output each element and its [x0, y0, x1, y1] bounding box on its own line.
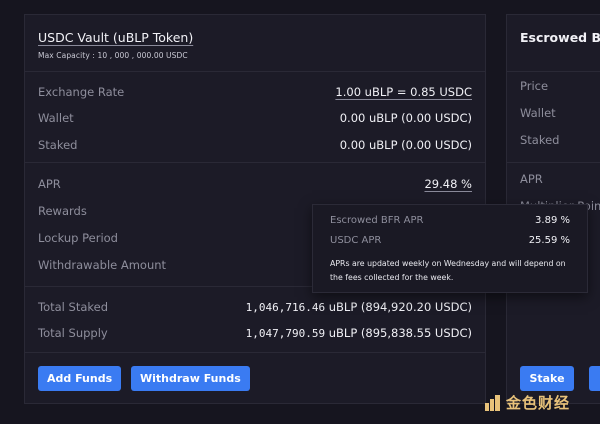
escrow-wallet-label: Wallet: [520, 106, 556, 120]
total-staked-number: 1,046,716.46: [245, 301, 326, 314]
vault-balances-section: Exchange Rate 1.00 uBLP = 0.85 USDC Wall…: [25, 72, 485, 163]
total-staked-label: Total Staked: [38, 300, 108, 314]
total-supply-number: 1,047,790.59: [245, 327, 326, 340]
total-supply-row: Total Supply 1,047,790.59 uBLP (895,838.…: [38, 325, 472, 341]
max-capacity: Max Capacity : 10 , 000 , 000.00 USDC: [38, 51, 188, 60]
staked-row: Staked 0.00 uBLP (0.00 USDC): [38, 137, 472, 153]
add-funds-button[interactable]: Add Funds: [38, 366, 122, 391]
escrow-header: Escrowed BFR: [507, 15, 600, 72]
tooltip-note: APRs are updated weekly on Wednesday and…: [330, 259, 566, 282]
total-supply-rest: uBLP (895,838.55 USDC): [325, 326, 472, 340]
watermark-logo-icon: [484, 394, 502, 412]
tooltip-escrowed-apr-value: 3.89 %: [535, 215, 570, 226]
escrow-balances-section: Price Wallet Staked: [507, 72, 600, 163]
apr-tooltip: Escrowed BFR APR 3.89 % USDC APR 25.59 %…: [312, 204, 588, 293]
apr-row: APR 29.48 %: [38, 176, 472, 192]
apr-label: APR: [38, 177, 61, 191]
exchange-rate-row: Exchange Rate 1.00 uBLP = 0.85 USDC: [38, 84, 472, 100]
total-staked-value: 1,046,716.46 uBLP (894,920.20 USDC): [246, 300, 472, 314]
stake-button[interactable]: Stake: [520, 366, 574, 391]
vault-title[interactable]: USDC Vault (uBLP Token): [38, 30, 472, 45]
tooltip-escrowed-apr-row: Escrowed BFR APR 3.89 %: [330, 215, 570, 226]
wallet-value: 0.00 uBLP (0.00 USDC): [339, 111, 472, 125]
apr-value[interactable]: 29.48 %: [424, 177, 472, 191]
escrow-staked-label: Staked: [520, 133, 560, 147]
wallet-row: Wallet 0.00 uBLP (0.00 USDC): [38, 110, 472, 126]
watermark: 金色财经: [484, 392, 570, 413]
total-supply-value: 1,047,790.59 uBLP (895,838.55 USDC): [246, 326, 472, 340]
tooltip-usdc-apr-row: USDC APR 25.59 %: [330, 235, 570, 246]
exchange-rate-value[interactable]: 1.00 uBLP = 0.85 USDC: [335, 85, 472, 99]
total-supply-label: Total Supply: [38, 326, 108, 340]
withdraw-funds-button[interactable]: Withdraw Funds: [131, 366, 250, 391]
total-staked-row: Total Staked 1,046,716.46 uBLP (894,920.…: [38, 299, 472, 315]
rewards-label: Rewards: [38, 204, 87, 218]
exchange-rate-label: Exchange Rate: [38, 85, 125, 99]
total-staked-rest: uBLP (894,920.20 USDC): [325, 300, 472, 314]
escrow-price-label: Price: [520, 79, 549, 93]
vault-header: USDC Vault (uBLP Token) Max Capacity : 1…: [25, 15, 485, 72]
watermark-text: 金色财经: [506, 394, 571, 412]
unstake-button-partial[interactable]: [589, 366, 600, 391]
staked-value: 0.00 uBLP (0.00 USDC): [339, 138, 472, 152]
escrow-title: Escrowed BFR: [520, 30, 600, 45]
staked-label: Staked: [38, 138, 78, 152]
tooltip-usdc-apr-value: 25.59 %: [528, 235, 570, 246]
withdrawable-amount-label: Withdrawable Amount: [38, 258, 167, 272]
escrow-apr-label: APR: [520, 172, 543, 186]
tooltip-escrowed-apr-label: Escrowed BFR APR: [330, 215, 424, 226]
vault-totals-section: Total Staked 1,046,716.46 uBLP (894,920.…: [25, 287, 485, 353]
lockup-period-label: Lockup Period: [38, 231, 118, 245]
wallet-label: Wallet: [38, 111, 74, 125]
app-stage: USDC Vault (uBLP Token) Max Capacity : 1…: [0, 0, 600, 424]
tooltip-usdc-apr-label: USDC APR: [330, 235, 382, 246]
